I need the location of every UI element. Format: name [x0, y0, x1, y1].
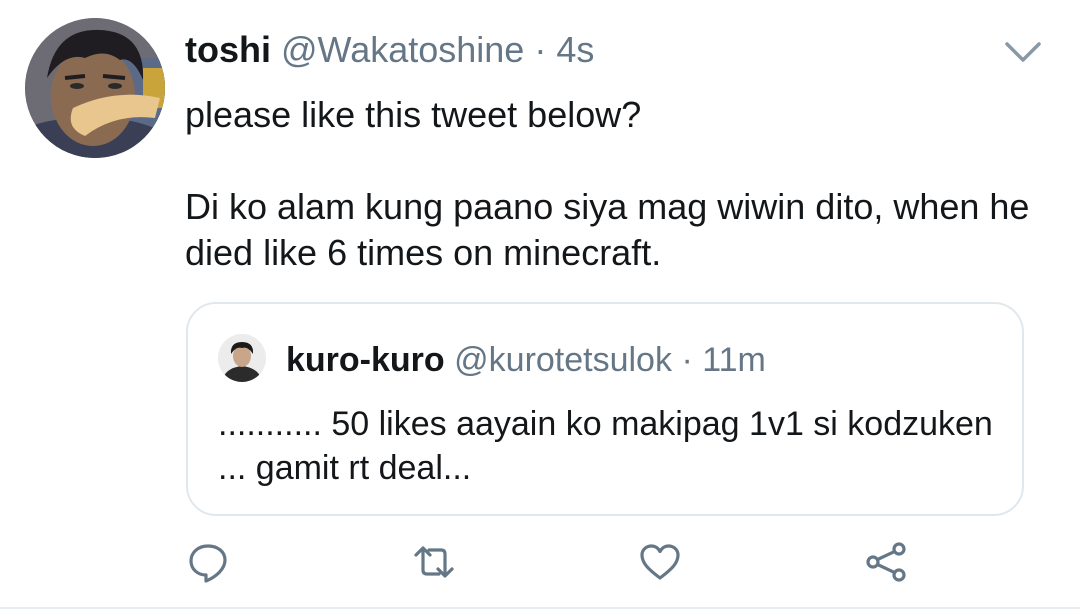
- reply-icon[interactable]: [186, 540, 230, 584]
- user-handle[interactable]: @Wakatoshine: [281, 29, 524, 70]
- quoted-avatar[interactable]: [218, 334, 266, 382]
- tweet[interactable]: toshi @Wakatoshine · 4s please like this…: [0, 0, 1080, 609]
- quoted-user-handle[interactable]: @kurotetsulok: [454, 341, 672, 379]
- quoted-header: kuro-kuro @kurotetsulok · 11m: [286, 340, 766, 380]
- tweet-header: toshi @Wakatoshine · 4s: [185, 28, 594, 72]
- quoted-text: ........... 50 likes aayain ko makipag 1…: [218, 405, 993, 487]
- heart-icon[interactable]: [638, 540, 682, 584]
- chevron-down-icon[interactable]: [1003, 38, 1043, 66]
- quoted-avatar-image: [218, 334, 266, 382]
- quoted-tweet[interactable]: kuro-kuro @kurotetsulok · 11m ..........…: [186, 302, 1024, 516]
- tweet-text-line: Di ko alam kung paano siya mag wiwin dit…: [185, 186, 1030, 273]
- timestamp[interactable]: 4s: [556, 29, 594, 70]
- tweet-text-line: please like this tweet below?: [185, 94, 642, 135]
- quoted-display-name[interactable]: kuro-kuro: [286, 341, 445, 379]
- quoted-timestamp[interactable]: 11m: [702, 341, 766, 379]
- separator-dot: ·: [534, 29, 547, 70]
- tweet-text: please like this tweet below? Di ko alam…: [185, 92, 1045, 276]
- avatar-image: [25, 18, 165, 158]
- retweet-icon[interactable]: [412, 540, 456, 584]
- display-name[interactable]: toshi: [185, 29, 271, 70]
- separator-dot: ·: [681, 341, 693, 379]
- share-icon[interactable]: [864, 540, 908, 584]
- avatar[interactable]: [25, 18, 165, 158]
